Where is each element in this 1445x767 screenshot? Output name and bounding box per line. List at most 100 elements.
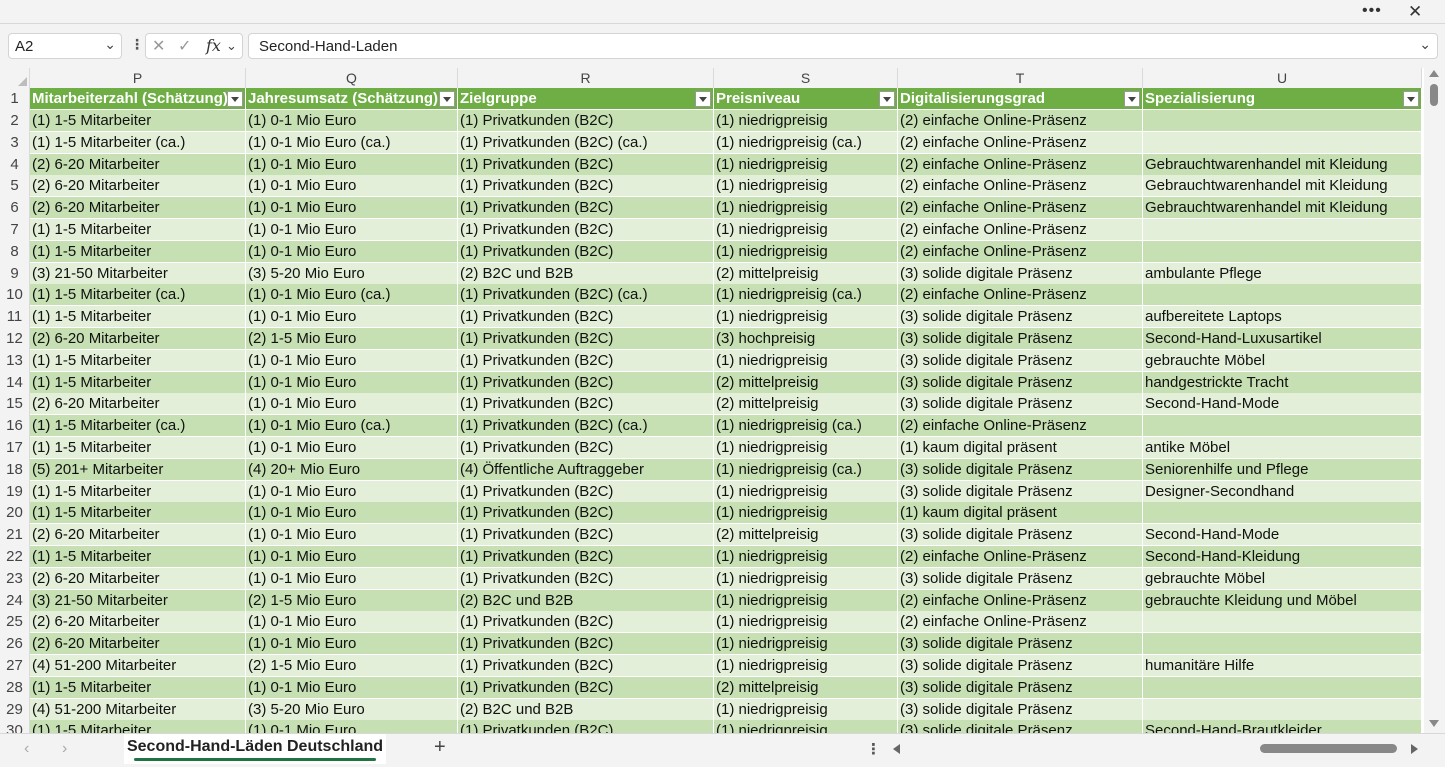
table-cell[interactable]: (1) Privatkunden (B2C) (458, 371, 714, 394)
table-cell[interactable]: (1) niedrigpreisig (714, 240, 898, 263)
row-number[interactable]: 27 (0, 655, 30, 677)
table-cell[interactable]: (1) 0-1 Mio Euro (246, 611, 458, 634)
table-cell[interactable]: (1) Privatkunden (B2C) (458, 153, 714, 176)
table-cell[interactable]: (1) 0-1 Mio Euro (246, 153, 458, 176)
table-cell[interactable]: (1) niedrigpreisig (714, 349, 898, 372)
table-header-cell[interactable]: Digitalisierungsgrad (898, 88, 1143, 110)
table-cell[interactable]: (1) 0-1 Mio Euro (246, 197, 458, 220)
table-header-cell[interactable]: Zielgruppe (458, 88, 714, 110)
table-cell[interactable]: (3) solide digitale Präsenz (898, 720, 1143, 733)
row-number[interactable]: 26 (0, 633, 30, 656)
table-cell[interactable]: (1) 1-5 Mitarbeiter (30, 349, 246, 372)
table-header-cell[interactable]: Spezialisierung (1143, 88, 1422, 110)
table-cell[interactable]: (1) 0-1 Mio Euro (246, 676, 458, 699)
table-cell[interactable]: (2) 1-5 Mio Euro (246, 589, 458, 612)
add-sheet-button[interactable]: + (434, 736, 446, 759)
table-header-cell[interactable]: Jahresumsatz (Schätzung) (246, 88, 458, 110)
enter-icon[interactable]: ✓ (178, 36, 191, 56)
table-cell[interactable]: (1) 0-1 Mio Euro (246, 437, 458, 459)
row-number[interactable]: 29 (0, 698, 30, 721)
table-cell[interactable]: (2) B2C und B2B (458, 262, 714, 285)
table-cell[interactable]: (3) solide digitale Präsenz (898, 633, 1143, 656)
row-number[interactable]: 6 (0, 197, 30, 220)
table-cell[interactable]: (2) 6-20 Mitarbeiter (30, 567, 246, 590)
table-cell[interactable]: (1) kaum digital präsent (898, 502, 1143, 525)
table-cell[interactable]: Second-Hand-Kleidung (1143, 546, 1422, 568)
row-number[interactable]: 22 (0, 546, 30, 568)
table-cell[interactable]: (1) niedrigpreisig (714, 546, 898, 568)
table-cell[interactable]: (1) 1-5 Mitarbeiter (30, 546, 246, 568)
table-cell[interactable]: (2) 6-20 Mitarbeiter (30, 328, 246, 350)
table-cell[interactable]: (3) solide digitale Präsenz (898, 393, 1143, 416)
table-cell[interactable]: (1) Privatkunden (B2C) (458, 306, 714, 329)
table-cell[interactable]: (2) einfache Online-Präsenz (898, 240, 1143, 263)
table-cell[interactable]: (1) niedrigpreisig (714, 110, 898, 132)
table-cell[interactable]: (1) 0-1 Mio Euro (246, 567, 458, 590)
table-cell[interactable]: (2) einfache Online-Präsenz (898, 175, 1143, 198)
table-cell[interactable]: (1) niedrigpreisig (ca.) (714, 131, 898, 154)
table-cell[interactable]: (1) Privatkunden (B2C) (458, 502, 714, 525)
table-cell[interactable]: (1) niedrigpreisig (714, 698, 898, 721)
table-cell[interactable]: (1) niedrigpreisig (ca.) (714, 284, 898, 307)
table-cell[interactable]: (1) 0-1 Mio Euro (246, 720, 458, 733)
table-cell[interactable]: (1) 0-1 Mio Euro (246, 110, 458, 132)
table-cell[interactable]: (3) 5-20 Mio Euro (246, 262, 458, 285)
table-cell[interactable]: humanitäre Hilfe (1143, 655, 1422, 677)
table-cell[interactable]: (1) Privatkunden (B2C) (458, 219, 714, 241)
table-cell[interactable]: (1) niedrigpreisig (714, 219, 898, 241)
table-cell[interactable] (1143, 131, 1422, 154)
table-cell[interactable]: (4) 20+ Mio Euro (246, 458, 458, 481)
row-number[interactable]: 11 (0, 306, 30, 329)
table-cell[interactable]: (1) niedrigpreisig (714, 589, 898, 612)
row-number[interactable]: 28 (0, 676, 30, 699)
table-cell[interactable]: (1) Privatkunden (B2C) (458, 633, 714, 656)
row-number[interactable]: 4 (0, 153, 30, 176)
table-cell[interactable]: (1) 1-5 Mitarbeiter (30, 676, 246, 699)
filter-dropdown-icon[interactable] (695, 91, 711, 107)
table-cell[interactable]: (2) mittelpreisig (714, 371, 898, 394)
table-cell[interactable]: (2) 6-20 Mitarbeiter (30, 524, 246, 547)
table-cell[interactable]: Second-Hand-Mode (1143, 524, 1422, 547)
row-number[interactable]: 16 (0, 415, 30, 438)
table-cell[interactable]: (2) 6-20 Mitarbeiter (30, 393, 246, 416)
table-cell[interactable]: gebrauchte Kleidung und Möbel (1143, 589, 1422, 612)
row-number[interactable]: 30 (0, 720, 30, 733)
table-cell[interactable]: (3) solide digitale Präsenz (898, 349, 1143, 372)
vertical-dots-icon[interactable]: ⋮ (866, 740, 881, 758)
table-cell[interactable]: (1) 0-1 Mio Euro (246, 240, 458, 263)
table-cell[interactable]: (2) einfache Online-Präsenz (898, 611, 1143, 634)
table-cell[interactable]: (1) Privatkunden (B2C) (458, 546, 714, 568)
table-cell[interactable]: (3) solide digitale Präsenz (898, 371, 1143, 394)
table-cell[interactable] (1143, 240, 1422, 263)
table-cell[interactable]: (3) 5-20 Mio Euro (246, 698, 458, 721)
vertical-dots-icon[interactable]: ⋮ (130, 36, 144, 53)
table-cell[interactable]: (2) einfache Online-Präsenz (898, 153, 1143, 176)
table-cell[interactable]: Gebrauchtwarenhandel mit Kleidung (1143, 197, 1422, 220)
table-cell[interactable]: (4) 51-200 Mitarbeiter (30, 698, 246, 721)
table-cell[interactable]: (2) 6-20 Mitarbeiter (30, 153, 246, 176)
column-header-t[interactable]: T (898, 68, 1143, 88)
table-cell[interactable]: (2) mittelpreisig (714, 393, 898, 416)
table-cell[interactable]: Seniorenhilfe und Pflege (1143, 458, 1422, 481)
more-options-icon[interactable]: ••• (1362, 2, 1382, 20)
table-cell[interactable]: (2) 6-20 Mitarbeiter (30, 611, 246, 634)
table-cell[interactable]: (1) niedrigpreisig (714, 633, 898, 656)
table-cell[interactable]: (1) Privatkunden (B2C) (458, 720, 714, 733)
table-cell[interactable]: (1) 1-5 Mitarbeiter (30, 219, 246, 241)
table-cell[interactable]: (1) 1-5 Mitarbeiter (ca.) (30, 284, 246, 307)
table-cell[interactable]: (1) 0-1 Mio Euro (246, 480, 458, 503)
table-cell[interactable]: (3) 21-50 Mitarbeiter (30, 262, 246, 285)
filter-dropdown-icon[interactable] (1403, 91, 1419, 107)
table-cell[interactable]: (1) niedrigpreisig (714, 437, 898, 459)
table-cell[interactable] (1143, 415, 1422, 438)
row-number[interactable]: 17 (0, 437, 30, 459)
table-cell[interactable]: (2) einfache Online-Präsenz (898, 131, 1143, 154)
chevron-down-icon[interactable]: ⌄ (226, 38, 237, 54)
row-number[interactable]: 9 (0, 262, 30, 285)
table-cell[interactable]: (1) 1-5 Mitarbeiter (30, 110, 246, 132)
table-cell[interactable]: (1) 1-5 Mitarbeiter (30, 371, 246, 394)
table-cell[interactable]: (1) Privatkunden (B2C) (458, 175, 714, 198)
table-cell[interactable] (1143, 698, 1422, 721)
previous-sheet-icon[interactable]: ‹ (24, 740, 29, 758)
table-cell[interactable]: Gebrauchtwarenhandel mit Kleidung (1143, 153, 1422, 176)
